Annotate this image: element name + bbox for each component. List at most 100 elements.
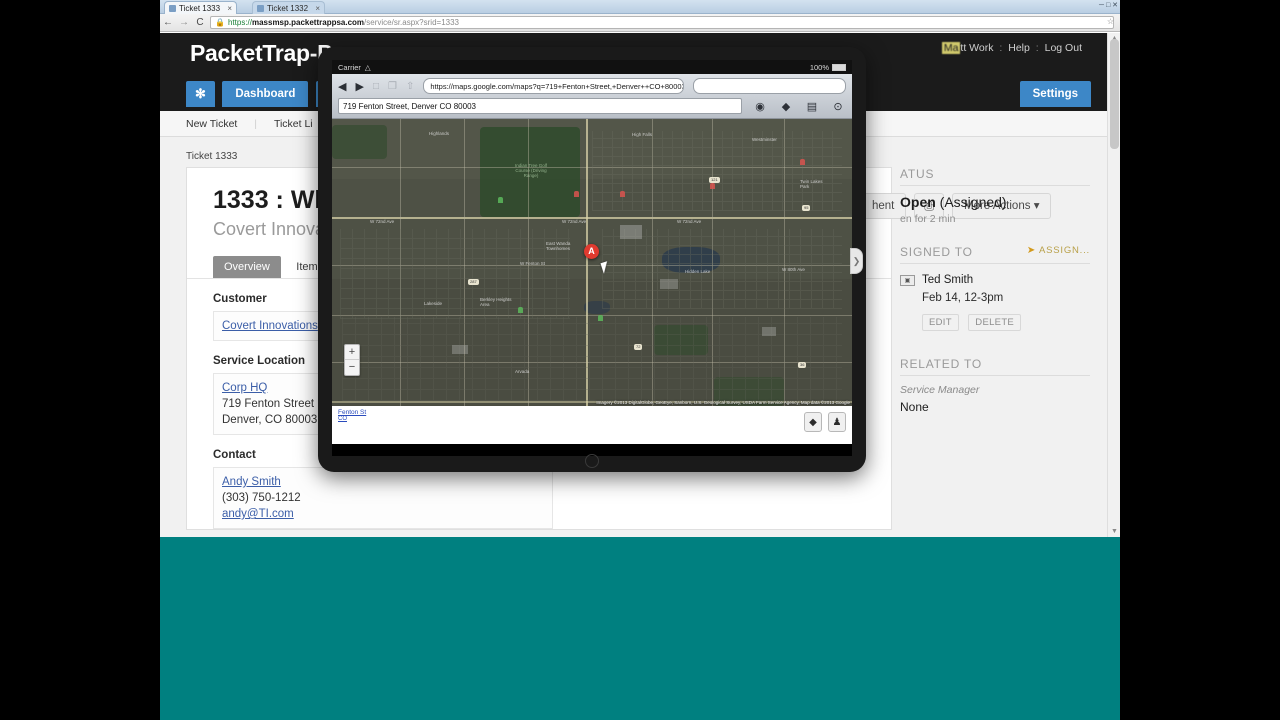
screen-root: Ticket 1333 × Ticket 1332 × ─ □ ✕ ← → C …	[0, 0, 1280, 720]
username-label: Ma	[941, 42, 961, 54]
omnibox-icons[interactable]: ☆	[1107, 17, 1116, 26]
assign-button[interactable]: ➤ ASSIGN...	[1027, 245, 1090, 256]
map-poi	[710, 183, 715, 189]
map-label: Westminster	[752, 137, 777, 142]
contact-phone: (303) 750-1212	[222, 492, 301, 504]
browser-tab-1[interactable]: Ticket 1333 ×	[164, 1, 238, 14]
map-label: W Fenton St	[520, 261, 546, 266]
contact-email-link[interactable]: andy@TI.com	[222, 508, 294, 520]
forward-icon[interactable]: ▶	[355, 80, 363, 93]
route-shield: 121	[709, 177, 720, 183]
share-icon[interactable]: □	[373, 81, 379, 92]
back-icon[interactable]: ←	[160, 14, 176, 32]
locate-me-icon[interactable]: ◉	[752, 100, 768, 113]
separator: :	[999, 42, 1003, 54]
forward-icon[interactable]: →	[176, 14, 192, 32]
ipad-home-button[interactable]	[585, 454, 599, 468]
assigned-section-title: SIGNED TO ➤ ASSIGN...	[900, 245, 1090, 264]
location-street: 719 Fenton Street	[222, 398, 315, 410]
map-label: Berkley Heights Area	[480, 297, 512, 307]
map-label: W 72nd Ave	[370, 219, 395, 224]
status-value: Open	[900, 194, 936, 210]
page-scrollbar[interactable]: ▲ ▼	[1107, 33, 1120, 537]
page-title: PacketTrap-P	[190, 40, 333, 66]
tab-overview[interactable]: Overview	[213, 256, 281, 278]
ipad-simulator-window: Carrier △ 100% ◀ ▶ □ ❐ ⇧ https://maps.go…	[318, 47, 866, 472]
directions-icon[interactable]: ◆	[804, 412, 822, 432]
maps-search-input[interactable]: 719 Fenton Street, Denver CO 80003	[338, 98, 742, 114]
map-label: Lakeside	[424, 301, 443, 306]
scrollbar-thumb[interactable]	[1110, 39, 1119, 149]
tab-favicon	[169, 5, 176, 12]
tab-close-icon[interactable]: ×	[227, 4, 232, 13]
wifi-icon: △	[364, 62, 371, 72]
map-result-state-link[interactable]: CO	[338, 416, 846, 422]
map-zoom-controls[interactable]: + −	[344, 344, 360, 376]
browser-tab-2-label: Ticket 1332	[267, 4, 309, 13]
ipad-screen: Carrier △ 100% ◀ ▶ □ ❐ ⇧ https://maps.go…	[332, 60, 852, 456]
home-star-icon[interactable]: ✻	[186, 81, 215, 107]
delete-assignment-button[interactable]: DELETE	[968, 314, 1022, 331]
map-footer-buttons: ◆ ♟	[804, 412, 846, 432]
assignee-name: Ted Smith	[922, 274, 974, 286]
status-qualifier: (Assigned)	[939, 194, 1007, 210]
customer-link[interactable]: Covert Innovations	[222, 320, 318, 332]
map-label: Arvada	[515, 369, 530, 374]
location-name-link[interactable]: Corp HQ	[222, 382, 267, 394]
assignment-schedule: Feb 14, 12-3pm	[922, 292, 1004, 304]
directions-icon[interactable]: ◆	[778, 100, 794, 113]
nav-settings[interactable]: Settings	[1019, 81, 1091, 107]
browser-toolbar: ← → C 🔒 https:// massmsp.packettrappsa.c…	[160, 14, 1120, 32]
map-label: W 80th Ave	[782, 267, 805, 272]
list-view-icon[interactable]: ▤	[804, 100, 820, 113]
subnav-new-ticket[interactable]: New Ticket	[186, 111, 251, 137]
browser-tab-2[interactable]: Ticket 1332 ×	[252, 1, 326, 14]
map-poi	[598, 315, 603, 321]
safari-nav-row: ◀ ▶ □ ❐ ⇧ https://maps.google.com/maps?q…	[338, 78, 846, 94]
carrier-label: Carrier	[338, 62, 361, 72]
pages-icon[interactable]: ⇧	[406, 81, 414, 92]
map-canvas[interactable]: 287 95 121 72 36 Indian Tree Golf Course…	[332, 119, 852, 406]
safari-address-bar[interactable]: https://maps.google.com/maps?q=719+Fento…	[423, 78, 684, 94]
satellite-imagery	[332, 119, 852, 406]
map-attribution: Imagery ©2013 DigitalGlobe, GeoEye, Sanb…	[596, 400, 850, 405]
bookmarks-icon[interactable]: ❐	[388, 81, 397, 92]
url-path: /service/sr.aspx?srid=1333	[364, 18, 459, 27]
map-options-icon[interactable]: ⊙	[830, 100, 846, 113]
map-marker-a[interactable]: A	[584, 244, 599, 259]
location-citystate: Denver, CO 80003 (G	[222, 414, 334, 426]
map-label: W 72nd Ave	[562, 219, 587, 224]
sidebar-collapse-toggle[interactable]: ❯	[850, 248, 863, 274]
map-poi	[800, 159, 805, 165]
zoom-in-button[interactable]: +	[345, 345, 359, 360]
address-bar[interactable]: 🔒 https:// massmsp.packettrappsa.com /se…	[210, 16, 1114, 29]
back-icon[interactable]: ◀	[338, 80, 346, 93]
scroll-down-icon[interactable]: ▼	[1111, 528, 1118, 535]
street-view-icon[interactable]: ♟	[828, 412, 846, 432]
lock-icon: 🔒	[215, 18, 225, 27]
map-result-title-link[interactable]: Fenton St	[338, 409, 846, 416]
contact-name-link[interactable]: Andy Smith	[222, 476, 281, 488]
route-shield: 287	[468, 279, 479, 285]
tab-close-icon[interactable]: ×	[315, 4, 320, 13]
tab-favicon	[257, 5, 264, 12]
ticket-sidebar: ATUS Open (Assigned) en for 2 min SIGNED…	[900, 167, 1090, 414]
nav-dashboard[interactable]: Dashboard	[222, 81, 309, 107]
map-label: Hidden Lake	[685, 269, 711, 274]
related-field-label: Service Manager	[900, 384, 980, 396]
ios-status-bar: Carrier △ 100%	[332, 60, 852, 74]
window-controls[interactable]: ─ □ ✕	[1099, 1, 1118, 9]
zoom-out-button[interactable]: −	[345, 360, 359, 375]
browser-tabstrip: Ticket 1333 × Ticket 1332 × ─ □ ✕	[160, 0, 1120, 14]
url-scheme: https://	[227, 18, 252, 27]
battery-icon	[832, 63, 846, 71]
breadcrumb: Ticket 1333	[186, 151, 238, 162]
help-link[interactable]: Help	[1008, 42, 1030, 54]
map-label: East Wanda Townhomes	[546, 241, 571, 251]
map-poi	[498, 197, 503, 203]
edit-assignment-button[interactable]: EDIT	[922, 314, 959, 331]
safari-search-field[interactable]	[692, 78, 846, 94]
reload-icon[interactable]: C	[192, 14, 208, 32]
logout-link[interactable]: Log Out	[1045, 42, 1082, 54]
status-badge: Open (Assigned)	[900, 194, 1090, 210]
